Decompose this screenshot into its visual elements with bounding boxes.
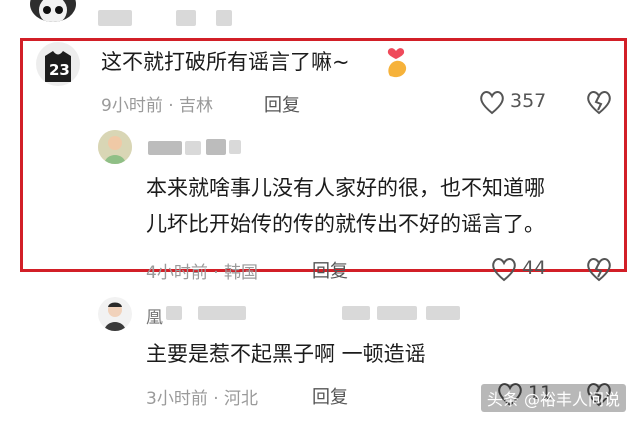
comment-1-meta: 9小时前 · 吉林: [101, 91, 213, 116]
meta-separator: ·: [213, 263, 219, 283]
avatar-top[interactable]: [30, 0, 76, 22]
like-button-1[interactable]: [478, 89, 506, 115]
broken-heart-icon: [587, 91, 611, 115]
reply-button-1[interactable]: 回复: [264, 91, 300, 117]
jersey-number: 23: [49, 61, 70, 79]
username-blurred: [98, 10, 132, 26]
comment-3-location: 河北: [224, 389, 259, 409]
comment-1-time: 9小时前: [101, 96, 163, 116]
broken-heart-icon: [587, 258, 611, 282]
reply-button-3[interactable]: 回复: [312, 383, 348, 409]
meta-separator: ·: [168, 96, 174, 116]
heart-outline-icon: [480, 91, 504, 115]
username-blurred: [206, 139, 226, 155]
username-blurred: [185, 141, 201, 155]
username-blurred: [426, 306, 460, 320]
username-blurred: [342, 306, 370, 320]
username-blurred: [176, 10, 196, 26]
meta-separator: ·: [213, 389, 219, 409]
watermark: 头条 @裕丰人间说: [480, 384, 626, 412]
like-button-2[interactable]: [490, 256, 518, 282]
avatar-comment-2[interactable]: [98, 130, 132, 164]
comment-3-meta: 3小时前 · 河北: [146, 384, 258, 409]
comment-2-time: 4小时前: [146, 263, 208, 283]
username-blurred: [377, 306, 417, 320]
reply-button-2[interactable]: 回复: [312, 257, 348, 283]
comment-1-text: 这不就打破所有谣言了嘛~: [101, 50, 350, 74]
comment-3-author-initial: 凰: [146, 308, 163, 328]
comment-1-location: 吉林: [179, 96, 214, 116]
finger-heart-emoji: [384, 46, 410, 78]
like-count-1: 357: [510, 90, 547, 112]
person-photo-icon: [104, 302, 126, 331]
dislike-button-2[interactable]: [585, 256, 613, 282]
avatar-comment-1[interactable]: 23: [36, 42, 80, 86]
comment-2-meta: 4小时前 · 韩国: [146, 258, 258, 283]
username-blurred: [198, 306, 246, 320]
username-blurred: [166, 306, 182, 320]
comment-2-text-line-1: 本来就啥事儿没有人家好的很，也不知道哪: [146, 176, 545, 200]
avatar-comment-3[interactable]: [98, 297, 132, 331]
dislike-button-1[interactable]: [585, 89, 613, 115]
username-blurred: [229, 140, 241, 154]
comment-2-location: 韩国: [224, 263, 259, 283]
heart-outline-icon: [492, 258, 516, 282]
comment-3-text: 主要是惹不起黑子啊 一顿造谣: [146, 342, 426, 366]
like-count-2: 44: [522, 257, 547, 279]
panda-icon: [39, 0, 67, 22]
username-blurred: [148, 141, 182, 155]
comment-2-text-line-2: 儿坏比开始传的传的就传出不好的谣言了。: [146, 212, 545, 236]
comment-3-time: 3小时前: [146, 389, 208, 409]
username-blurred: [216, 10, 232, 26]
person-photo-icon: [98, 130, 132, 164]
